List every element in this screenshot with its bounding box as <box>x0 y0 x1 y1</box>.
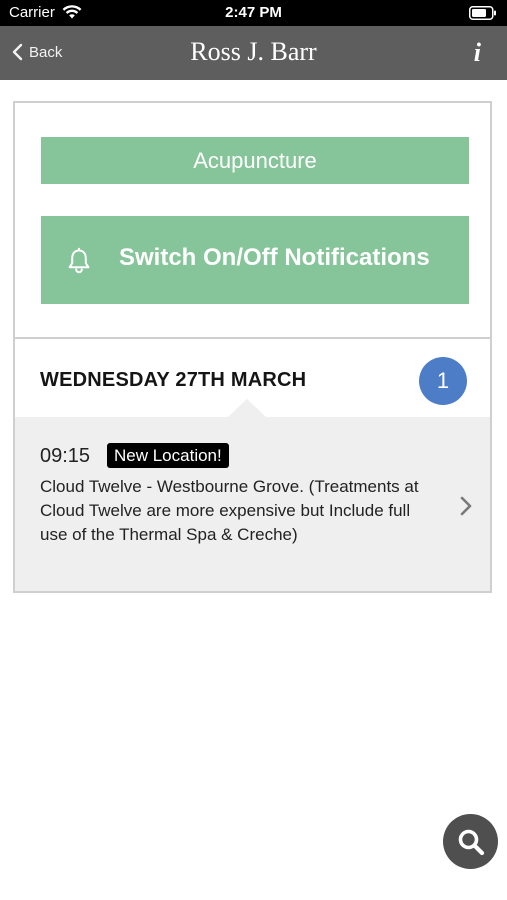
search-icon <box>458 829 484 855</box>
event-count-badge: 1 <box>419 357 467 405</box>
chevron-right-icon <box>460 496 472 516</box>
page-title: Ross J. Barr <box>190 37 317 66</box>
acupuncture-label: Acupuncture <box>193 147 317 173</box>
search-button[interactable] <box>443 814 498 869</box>
event-description: Cloud Twelve - Westbourne Grove. (Treatm… <box>40 477 419 544</box>
status-time: 2:47 PM <box>225 4 282 21</box>
notifications-toggle-button[interactable]: Switch On/Off Notifications <box>41 216 469 304</box>
section-pointer <box>228 399 266 417</box>
day-header: WEDNESDAY 27TH MARCH <box>40 369 307 391</box>
bell-icon <box>68 247 90 274</box>
navigation-bar: Back Ross J. Barr i <box>0 26 507 80</box>
new-location-badge: New Location! <box>107 443 229 468</box>
event-time: 09:15 <box>40 445 91 467</box>
content-card: Acupuncture Switch On/Off Notifications … <box>13 101 492 593</box>
notifications-label: Switch On/Off Notifications <box>119 244 430 271</box>
battery-icon <box>469 6 496 20</box>
event-list-item[interactable]: 09:15 New Location! Cloud Twelve - Westb… <box>15 399 490 591</box>
section-divider <box>15 337 490 339</box>
status-bar: Carrier 2:47 PM <box>0 0 507 26</box>
info-button[interactable]: i <box>474 38 481 68</box>
acupuncture-button[interactable]: Acupuncture <box>41 137 469 184</box>
